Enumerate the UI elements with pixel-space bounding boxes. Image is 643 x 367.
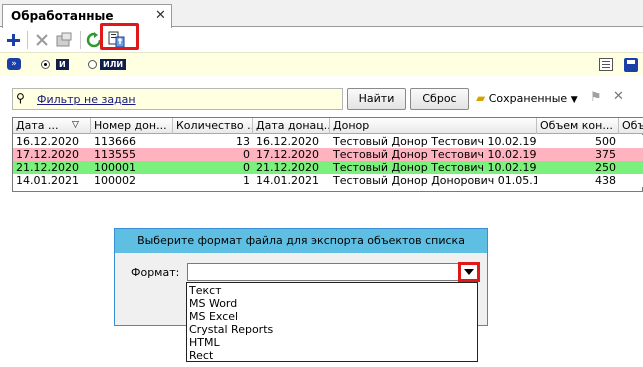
tab-strip: Обработанные ✕ bbox=[0, 0, 643, 28]
cell-donor: Тестовый Донор Тестович 10.02.1982 bbox=[333, 161, 537, 174]
logic-bar: » И ИЛИ bbox=[0, 52, 643, 76]
chevron-down-icon: ▼ bbox=[570, 95, 578, 105]
column-header-date[interactable]: Дата ... bbox=[13, 118, 91, 134]
sort-down-icon: ▽ bbox=[72, 120, 79, 130]
table-row[interactable]: 21.12.2020 100001 0 21.12.2020 Тестовый … bbox=[13, 161, 643, 174]
save-icon[interactable] bbox=[624, 58, 638, 72]
cell-count: 0 bbox=[243, 161, 250, 174]
column-header-volume2[interactable]: Объ bbox=[619, 118, 643, 134]
column-header-count[interactable]: Количество ... bbox=[173, 118, 253, 134]
cell-date: 21.12.2020 bbox=[16, 161, 79, 174]
toolbar-separator bbox=[80, 31, 81, 49]
format-option-text[interactable]: Текст bbox=[189, 284, 222, 297]
export-highlight-frame bbox=[100, 23, 139, 50]
grid-header: Дата ... ▽ Номер дон... Количество ... Д… bbox=[13, 118, 643, 134]
cell-volume: 438 bbox=[595, 174, 616, 187]
format-option-ms-excel[interactable]: MS Excel bbox=[189, 310, 238, 323]
cell-volume: 375 bbox=[595, 148, 616, 161]
columns-icon[interactable] bbox=[599, 58, 613, 71]
find-button[interactable]: Найти bbox=[347, 88, 406, 110]
reset-button[interactable]: Сброс bbox=[410, 88, 469, 110]
tab-close-icon[interactable]: ✕ bbox=[155, 8, 166, 23]
table-row[interactable]: 14.01.2021 100002 1 14.01.2021 Тестовый … bbox=[13, 174, 643, 187]
column-header-donor-no[interactable]: Номер дон... bbox=[91, 118, 173, 134]
saved-filters-dropdown[interactable]: ▰ Сохраненные ▼ bbox=[476, 91, 578, 105]
and-chip: И bbox=[56, 59, 69, 70]
format-option-rect[interactable]: Rect bbox=[189, 349, 213, 362]
cell-date: 14.01.2021 bbox=[16, 174, 79, 187]
cell-count: 0 bbox=[243, 148, 250, 161]
properties-icon[interactable] bbox=[54, 30, 74, 50]
expand-icon[interactable]: » bbox=[7, 58, 21, 70]
format-options-list: Текст MS Word MS Excel Crystal Reports H… bbox=[186, 282, 478, 362]
cell-donation-date: 17.12.2020 bbox=[256, 148, 319, 161]
cell-count: 13 bbox=[236, 135, 250, 148]
column-header-volume[interactable]: Объем кон... bbox=[537, 118, 619, 134]
cell-donation-date: 14.01.2021 bbox=[256, 174, 319, 187]
radio-or[interactable] bbox=[88, 60, 97, 69]
radio-and[interactable] bbox=[41, 60, 50, 69]
format-label: Формат: bbox=[131, 266, 180, 279]
binoculars-icon: ⚲ bbox=[16, 91, 25, 105]
format-select[interactable] bbox=[187, 263, 479, 281]
toolbar bbox=[0, 28, 643, 52]
cell-donor: Тестовый Донор Тестович 10.02.1982 bbox=[333, 135, 537, 148]
cell-date: 17.12.2020 bbox=[16, 148, 79, 161]
clear-filter-icon[interactable]: ✕ bbox=[613, 89, 624, 104]
cell-date: 16.12.2020 bbox=[16, 135, 79, 148]
plus-icon[interactable] bbox=[3, 30, 23, 50]
tab-processed[interactable]: Обработанные ✕ bbox=[2, 4, 172, 28]
format-option-crystal-reports[interactable]: Crystal Reports bbox=[189, 323, 273, 336]
cell-count: 1 bbox=[243, 174, 250, 187]
pin-icon[interactable]: ⚑ bbox=[590, 90, 602, 105]
table-row[interactable]: 17.12.2020 113555 0 17.12.2020 Тестовый … bbox=[13, 148, 643, 161]
table-row[interactable]: 16.12.2020 113666 13 16.12.2020 Тестовый… bbox=[13, 135, 643, 148]
cell-volume: 500 bbox=[595, 135, 616, 148]
cell-donor-no: 113666 bbox=[94, 135, 136, 148]
column-header-donation-date[interactable]: Дата донац... bbox=[253, 118, 330, 134]
column-header-donor[interactable]: Донор bbox=[330, 118, 537, 134]
toolbar-separator bbox=[27, 31, 28, 49]
cell-donor-no: 100002 bbox=[94, 174, 136, 187]
format-option-html[interactable]: HTML bbox=[189, 336, 220, 349]
cell-donor: Тестовый Донор Донорович 01.05.1... bbox=[333, 174, 537, 187]
cell-volume: 250 bbox=[595, 161, 616, 174]
format-dropdown-button[interactable] bbox=[458, 262, 480, 282]
or-chip: ИЛИ bbox=[100, 59, 127, 70]
cell-donor: Тестовый Донор Тестович 10.02.1982 bbox=[333, 148, 537, 161]
saved-label: Сохраненные bbox=[488, 92, 568, 105]
cell-donor-no: 100001 bbox=[94, 161, 136, 174]
cell-donation-date: 21.12.2020 bbox=[256, 161, 319, 174]
cell-donation-date: 16.12.2020 bbox=[256, 135, 319, 148]
tab-title: Обработанные bbox=[11, 9, 114, 23]
cell-donor-no: 113555 bbox=[94, 148, 136, 161]
folder-icon: ▰ bbox=[476, 91, 486, 105]
delete-icon[interactable] bbox=[32, 30, 52, 50]
format-option-ms-word[interactable]: MS Word bbox=[189, 297, 237, 310]
filter-link[interactable]: Фильтр не задан bbox=[37, 93, 136, 106]
filter-row: ⚲ Фильтр не задан Найти Сброс ▰ Сохранен… bbox=[0, 86, 643, 112]
filter-box[interactable]: ⚲ Фильтр не задан bbox=[12, 88, 343, 110]
dialog-title: Выберите формат файла для экспорта объек… bbox=[115, 229, 487, 253]
data-grid: Дата ... ▽ Номер дон... Количество ... Д… bbox=[12, 117, 643, 192]
